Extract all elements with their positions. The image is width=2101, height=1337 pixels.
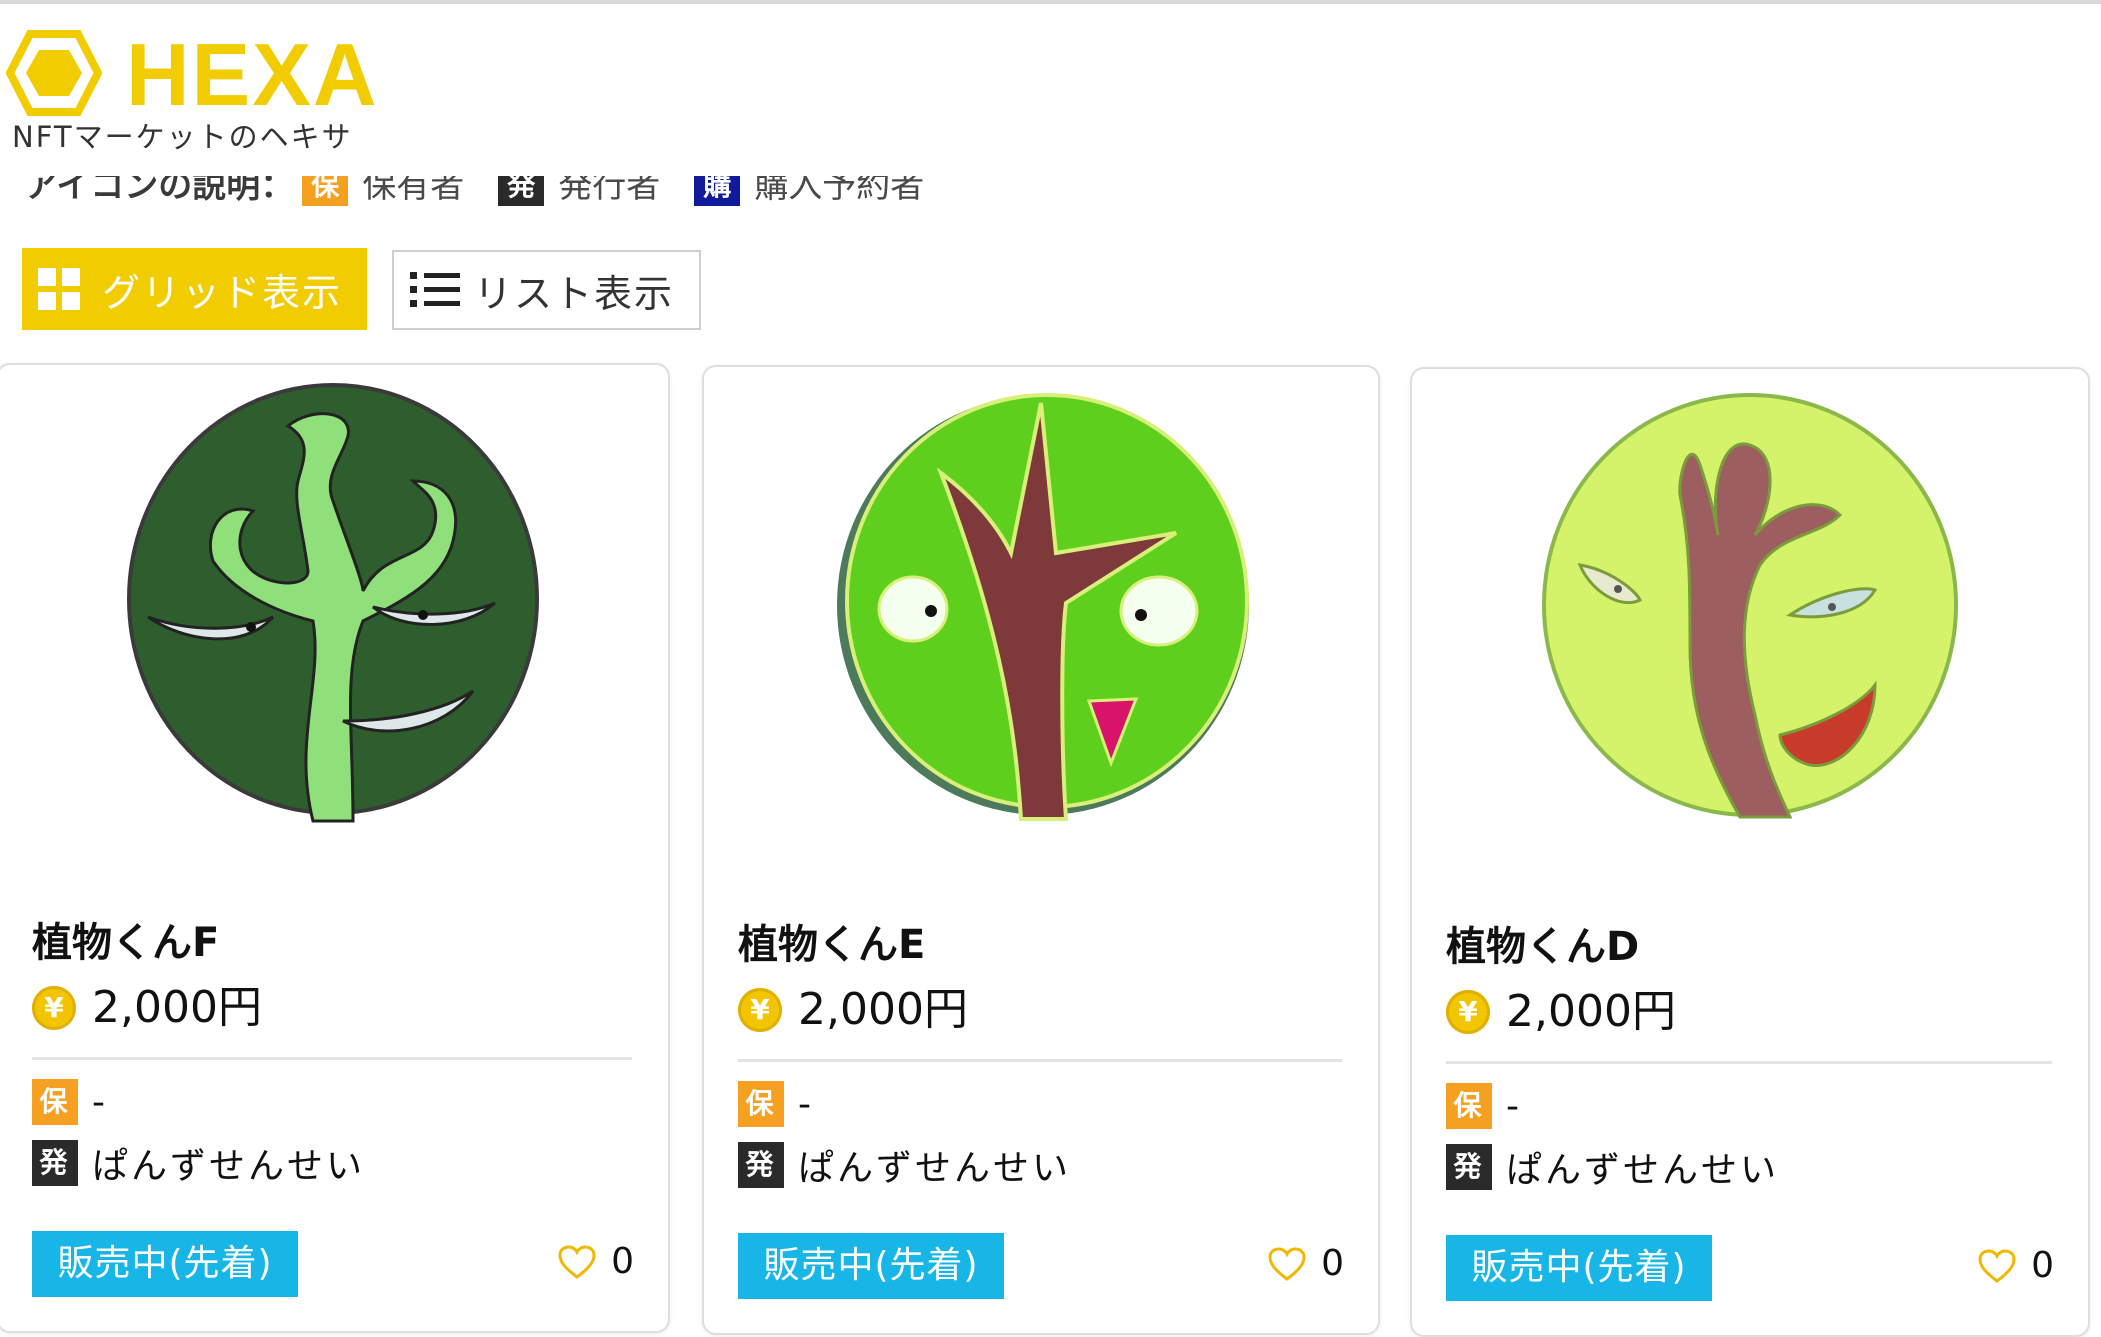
owner-badge-icon: 保 [302,176,349,206]
owner-badge-icon: 保 [1446,1083,1492,1129]
plant-character-f-image [127,383,539,823]
grid-icon [38,268,80,310]
owner-name: - [1506,1085,1522,1127]
divider [1446,1061,2052,1064]
price-row: ¥ 2,000円 [32,983,262,1033]
issuer-badge-icon: 発 [1446,1144,1492,1190]
sale-status-button[interactable]: 販売中(先着) [738,1233,1004,1299]
price-value: 2,000円 [92,982,262,1033]
hexagon-logo-icon [6,30,102,116]
owner-name: - [92,1081,108,1123]
like-count: 0 [611,1241,634,1282]
like-count: 0 [1321,1243,1344,1284]
icon-legend: アイコンの説明： 保 保有者 発 発行者 購 購入予約者 [24,176,1124,220]
issuer-name[interactable]: ぱんずせんせい [1506,1141,1779,1193]
list-view-button[interactable]: リスト表示 [392,250,701,330]
heart-icon [558,1244,596,1279]
issuer-name[interactable]: ぱんずせんせい [798,1139,1071,1191]
legend-item-owner: 保 保有者 [302,176,464,208]
legend-issuer-label: 発行者 [558,176,661,206]
legend-item-reserver: 購 購入予約者 [694,176,924,208]
heart-icon [1268,1246,1306,1281]
owner-row: 保 - [32,1079,108,1125]
owner-badge-icon: 保 [738,1081,784,1127]
top-border [0,0,2101,4]
hexa-logo[interactable]: HEXA NFTマーケットのヘキサ [6,30,377,155]
price-value: 2,000円 [1506,986,1676,1037]
nft-image[interactable] [1412,369,2088,889]
price-value: 2,000円 [798,984,968,1035]
nft-title[interactable]: 植物くんD [1446,922,1639,972]
legend-owner-label: 保有者 [362,176,465,206]
issuer-badge-icon: 発 [738,1142,784,1188]
like-count: 0 [2031,1245,2054,1286]
legend-item-issuer: 発 発行者 [498,176,660,208]
brand-tagline: NFTマーケットのヘキサ [12,120,353,154]
heart-icon [1978,1248,2016,1283]
plant-character-d-image [1542,393,1958,819]
issuer-badge-icon: 発 [32,1140,78,1186]
like-button[interactable]: 0 [1977,1245,2054,1286]
reserver-badge-icon: 購 [694,176,741,206]
nft-title[interactable]: 植物くんE [738,920,925,970]
issuer-badge-icon: 発 [498,176,545,206]
grid-view-label: グリッド表示 [102,270,343,315]
owner-name: - [798,1083,814,1125]
owner-row: 保 - [1446,1083,1522,1129]
grid-view-button[interactable]: グリッド表示 [22,248,367,330]
nft-image[interactable] [0,365,668,885]
legend-label: アイコンの説明： [24,176,295,206]
owner-badge-icon: 保 [32,1079,78,1125]
owner-row: 保 - [738,1081,814,1127]
divider [738,1059,1342,1062]
nft-card[interactable]: 植物くんE ¥ 2,000円 保 - 発 ぱんずせんせい 販売中(先着) 0 [702,365,1380,1335]
list-view-label: リスト表示 [474,271,675,316]
plant-character-e-image [837,393,1249,821]
like-button[interactable]: 0 [557,1241,634,1282]
issuer-name[interactable]: ぱんずせんせい [92,1137,365,1189]
nft-card[interactable]: 植物くんF ¥ 2,000円 保 - 発 ぱんずせんせい 販売中(先着) 0 [0,363,670,1333]
divider [32,1057,632,1060]
brand-name: HEXA [126,25,379,124]
list-icon [410,270,460,310]
issuer-row: 発 ぱんずせんせい [32,1137,365,1189]
yen-coin-icon: ¥ [1446,990,1490,1034]
issuer-row: 発 ぱんずせんせい [738,1139,1071,1191]
legend-reserver-label: 購入予約者 [754,176,925,206]
sale-status-button[interactable]: 販売中(先着) [32,1231,298,1297]
yen-coin-icon: ¥ [32,986,76,1030]
issuer-row: 発 ぱんずせんせい [1446,1141,1779,1193]
nft-title[interactable]: 植物くんF [32,918,219,968]
nft-image[interactable] [704,367,1378,887]
yen-coin-icon: ¥ [738,988,782,1032]
like-button[interactable]: 0 [1267,1243,1344,1284]
price-row: ¥ 2,000円 [1446,987,1676,1037]
nft-card[interactable]: 植物くんD ¥ 2,000円 保 - 発 ぱんずせんせい 販売中(先着) 0 [1410,367,2090,1337]
price-row: ¥ 2,000円 [738,985,968,1035]
sale-status-button[interactable]: 販売中(先着) [1446,1235,1712,1301]
